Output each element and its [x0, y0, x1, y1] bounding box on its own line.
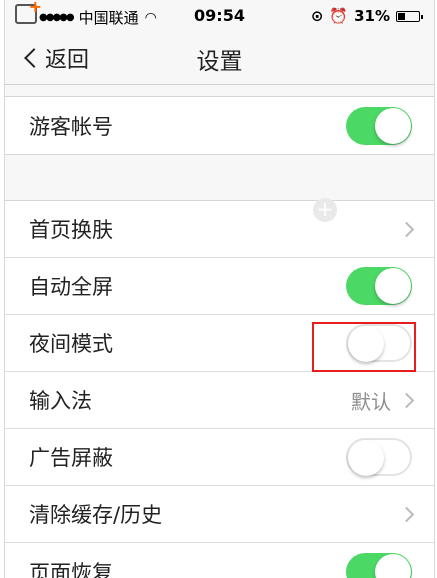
status-bar: ●●●●● 中国联通 ◠ 09:54 ⊙ ⏰ 31%	[5, 0, 434, 32]
settings-row-auto-fullscreen[interactable]: 自动全屏	[5, 258, 434, 315]
navigation-bar: 返回 设置	[5, 32, 434, 85]
settings-section: 首页换肤 自动全屏 夜间模式 输入法 默认 广告屏蔽 清除缓存/历史 页面恢复	[5, 200, 434, 578]
guest-account-toggle[interactable]	[346, 106, 412, 145]
settings-row-input-method[interactable]: 输入法 默认	[5, 372, 434, 429]
status-right: ⊙ ⏰ 31%	[310, 7, 423, 25]
settings-row-home-skin[interactable]: 首页换肤	[5, 201, 434, 258]
row-label: 输入法	[29, 389, 92, 413]
account-section: 游客帐号	[5, 96, 434, 155]
row-label: 自动全屏	[29, 275, 113, 299]
settings-row-clear-cache[interactable]: 清除缓存/历史	[5, 486, 434, 543]
input-method-value: 默认	[351, 389, 391, 414]
phone-screen: ●●●●● 中国联通 ◠ 09:54 ⊙ ⏰ 31% 返回 设置 游客帐号 首页…	[4, 0, 435, 578]
row-label: 夜间模式	[29, 332, 113, 356]
ad-block-toggle[interactable]	[346, 438, 412, 476]
floating-plus-icon[interactable]: +	[313, 198, 337, 222]
settings-row-page-restore[interactable]: 页面恢复	[5, 543, 434, 578]
battery-icon	[396, 10, 423, 22]
alarm-icon: ⏰	[329, 7, 349, 25]
chevron-right-icon	[398, 392, 415, 408]
page-title: 设置	[196, 49, 243, 75]
highlight-box	[312, 322, 416, 372]
auto-fullscreen-toggle[interactable]	[346, 267, 412, 305]
row-label: 游客帐号	[29, 114, 113, 139]
page-restore-toggle[interactable]	[346, 552, 412, 578]
row-label: 广告屏蔽	[29, 446, 113, 470]
row-label: 清除缓存/历史	[29, 503, 163, 527]
settings-row-guest-account[interactable]: 游客帐号	[5, 97, 434, 154]
chevron-right-icon	[398, 506, 415, 522]
row-label: 首页换肤	[29, 218, 113, 242]
rotation-lock-icon: ⊙	[310, 7, 324, 25]
settings-row-ad-block[interactable]: 广告屏蔽	[5, 429, 434, 486]
chevron-right-icon	[398, 221, 415, 237]
battery-percent: 31%	[354, 7, 390, 25]
row-label: 页面恢复	[29, 560, 113, 578]
